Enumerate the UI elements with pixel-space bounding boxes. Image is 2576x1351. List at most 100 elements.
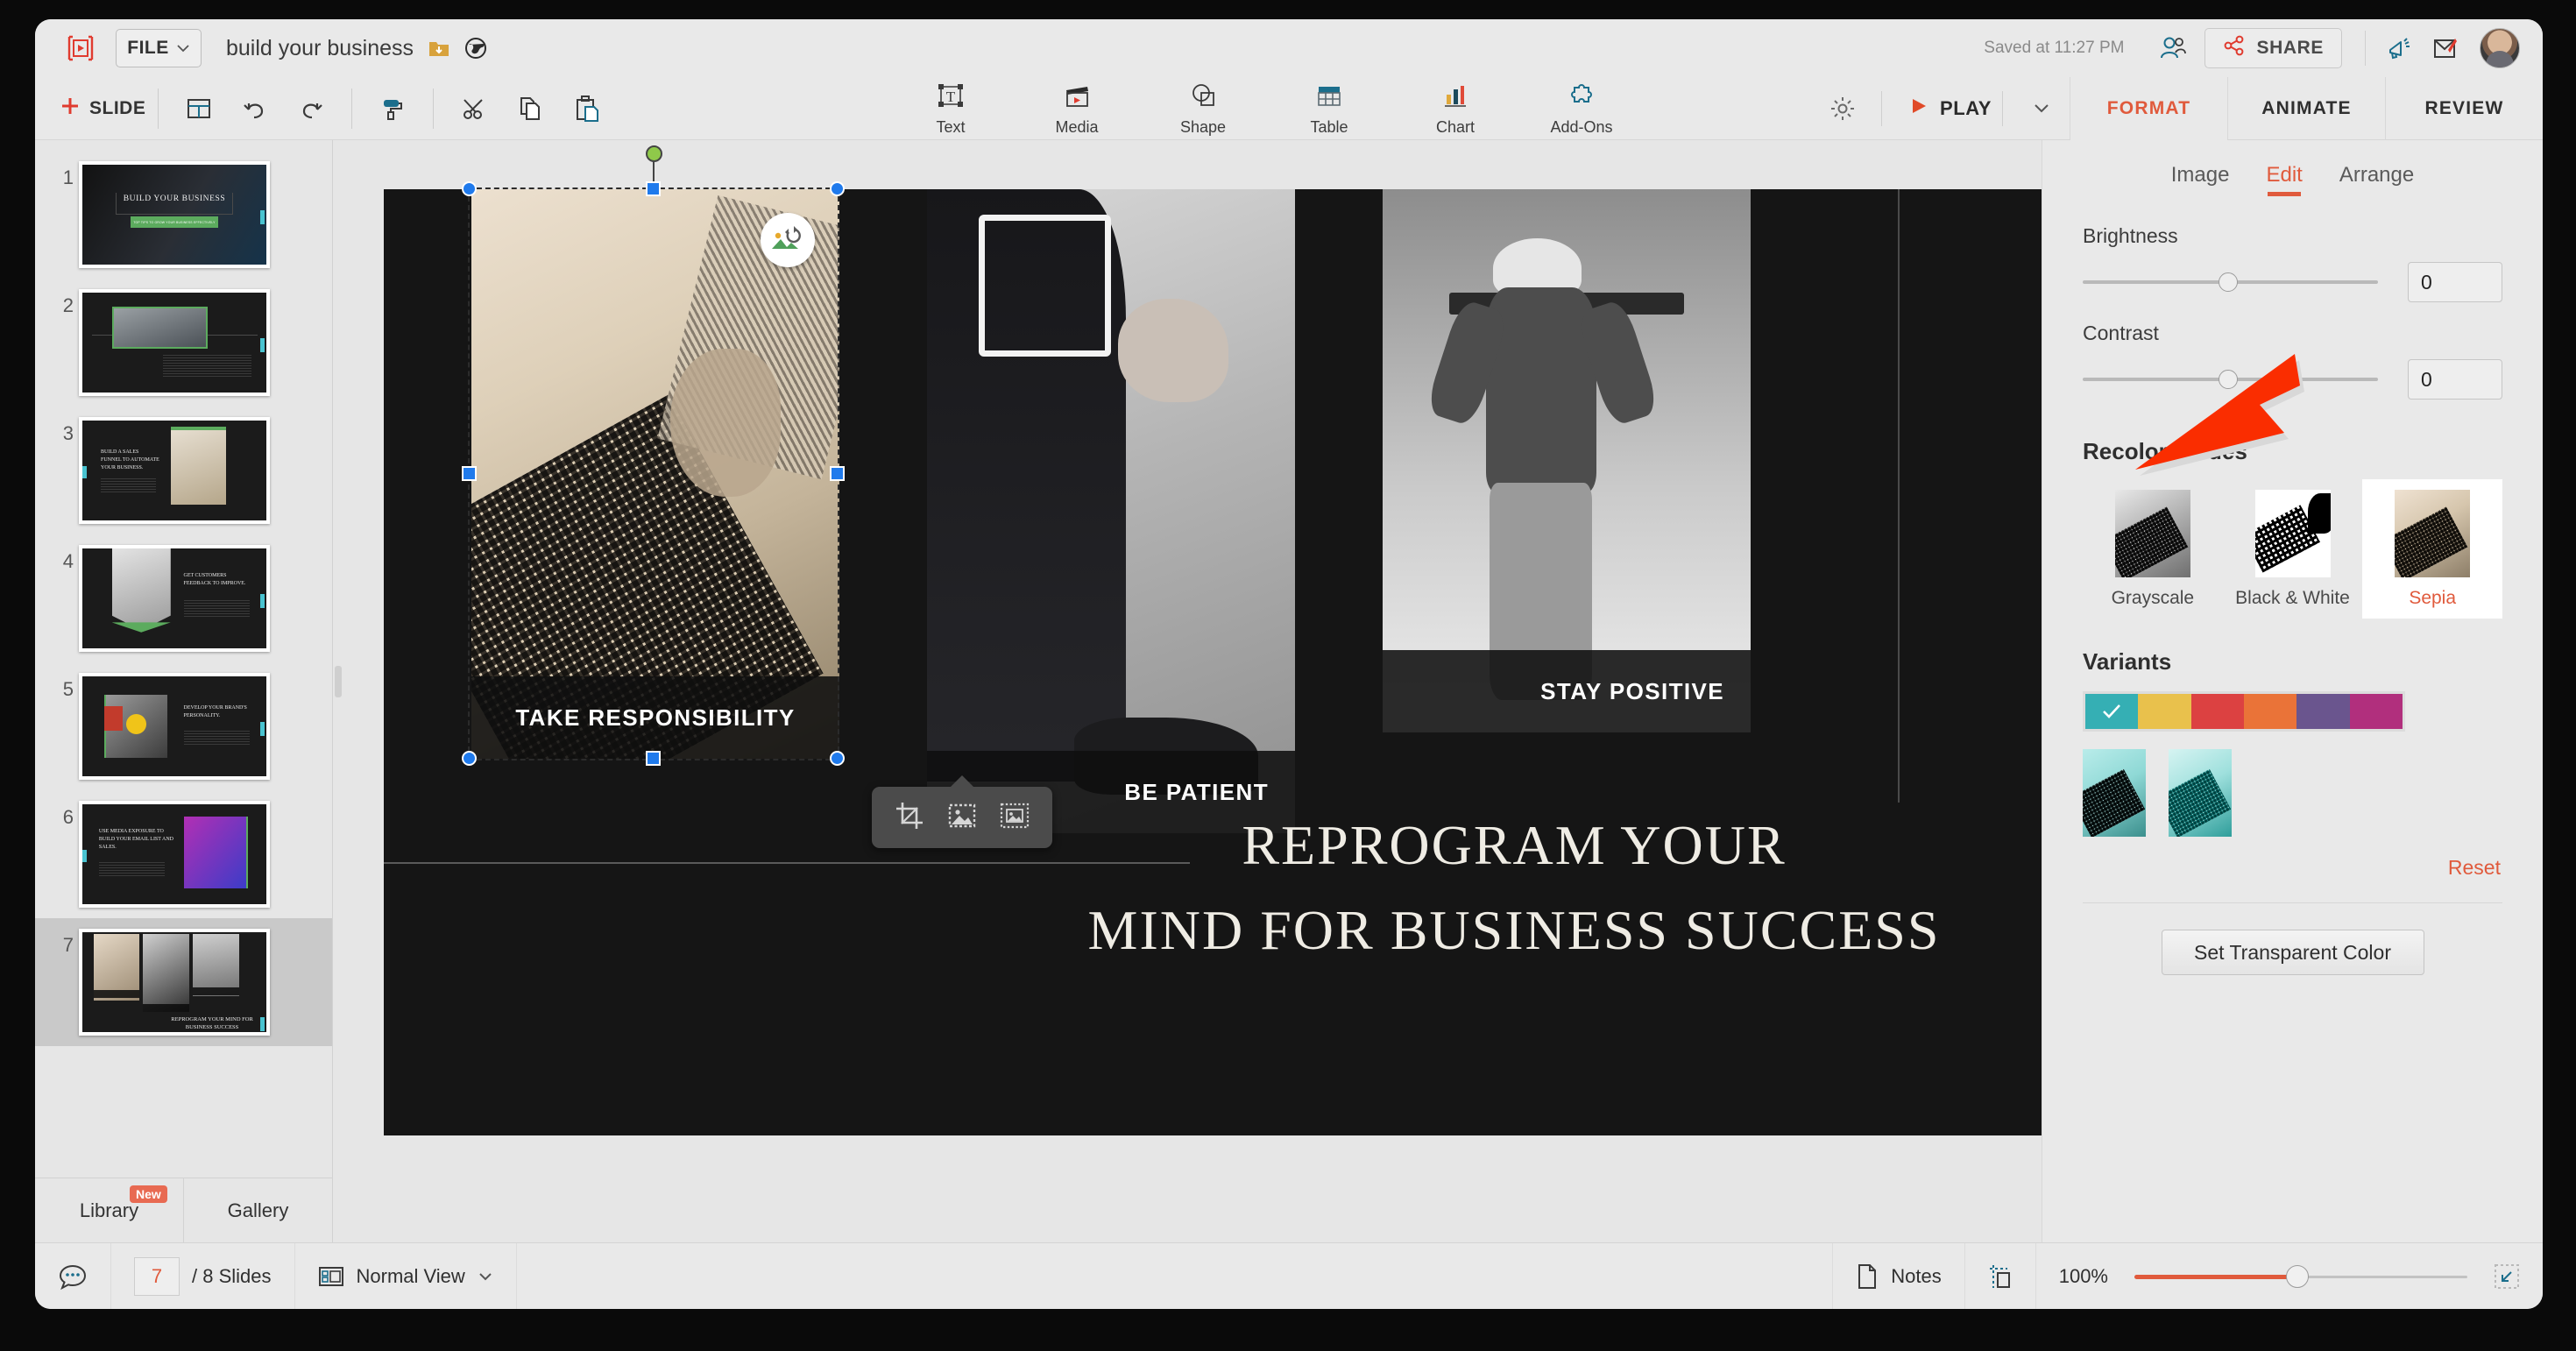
megaphone-icon[interactable] (2376, 25, 2422, 71)
crop-button[interactable] (895, 801, 924, 835)
slide-thumbnail-4[interactable]: 4 GET CUSTOMERS FEEDBACK TO IMPROVE. (35, 534, 332, 662)
selection-handle-top-left[interactable] (462, 181, 477, 196)
insert-text-button[interactable]: T Text (911, 81, 990, 137)
insert-addons-button[interactable]: Add-Ons (1542, 81, 1621, 137)
tab-edit[interactable]: Edit (2266, 163, 2303, 196)
variant-preview-1[interactable] (2083, 749, 2146, 838)
panel-resize-handle[interactable] (335, 666, 342, 697)
insert-shape-button[interactable]: Shape (1164, 81, 1242, 137)
image-businessman-seated[interactable]: BE PATIENT (927, 189, 1295, 833)
notes-button[interactable]: Notes (1832, 1242, 1965, 1309)
brightness-label: Brightness (2083, 224, 2178, 247)
slide-thumbnail-3[interactable]: 3 BUILD A SALES FUNNEL TO AUTOMATE YOUR … (35, 407, 332, 534)
variant-swatch-yellow[interactable] (2138, 694, 2191, 730)
zoom-slider[interactable] (2134, 1264, 2467, 1288)
selection-handle-top-right[interactable] (830, 181, 845, 196)
variant-swatch-red[interactable] (2190, 694, 2244, 730)
variant-swatch-magenta[interactable] (2349, 694, 2403, 730)
add-slide-button[interactable]: SLIDE (60, 95, 145, 122)
selection-handle-left[interactable] (462, 466, 477, 481)
tab-review[interactable]: REVIEW (2385, 76, 2543, 140)
image-float-toolbar[interactable] (872, 787, 1052, 848)
edit-note-icon[interactable] (2422, 25, 2467, 71)
current-slide-input[interactable]: 7 (134, 1256, 180, 1296)
slide-title[interactable]: REPROGRAM YOUR MIND FOR BUSINESS SUCCESS (997, 803, 2031, 973)
format-painter-icon[interactable] (372, 88, 414, 130)
variant-swatch-orange[interactable] (2243, 694, 2297, 730)
share-button[interactable]: SHARE (2204, 28, 2342, 68)
slide-number: 7 (62, 934, 74, 956)
brightness-value[interactable]: 0 (2408, 262, 2502, 302)
redo-icon[interactable] (290, 88, 332, 130)
play-options-chevron-down-icon[interactable] (2020, 88, 2063, 130)
contrast-value[interactable]: 0 (2408, 359, 2502, 400)
gear-icon[interactable] (1822, 88, 1864, 130)
bar-chart-icon (1440, 81, 1470, 115)
insert-table-button[interactable]: Table (1290, 81, 1369, 137)
slide-layout-icon[interactable] (178, 88, 220, 130)
collaborators-icon[interactable] (2150, 25, 2196, 71)
thumb-title: BUILD A SALES FUNNEL TO AUTOMATE YOUR BU… (101, 449, 159, 470)
view-mode-selector[interactable]: Normal View (295, 1242, 517, 1309)
brightness-slider[interactable] (2083, 271, 2378, 294)
file-menu-button[interactable]: FILE (116, 29, 202, 67)
recolor-mode-black-white[interactable]: Black & White (2223, 479, 2363, 619)
slide-thumbnail-6[interactable]: 6 USE MEDIA EXPOSURE TO BUILD YOUR EMAIL… (35, 790, 332, 918)
selection-handle-top[interactable] (646, 181, 661, 196)
paste-icon[interactable] (565, 88, 607, 130)
image-selection-box[interactable] (468, 187, 839, 760)
selection-handle-bottom-right[interactable] (830, 751, 845, 766)
rotation-handle[interactable] (646, 145, 662, 162)
selection-handle-bottom-left[interactable] (462, 751, 477, 766)
variant-swatch-strip[interactable] (2083, 691, 2405, 732)
variant-swatch-purple[interactable] (2296, 694, 2350, 730)
header-right-group: Saved at 11:27 PM SHARE (1984, 25, 2543, 71)
avatar[interactable] (2480, 28, 2520, 68)
zoom-control[interactable]: 100% (2036, 1243, 2543, 1310)
replace-image-icon[interactable] (761, 213, 815, 267)
insert-media-button[interactable]: Media (1037, 81, 1116, 137)
recolor-section: Recolor modes Grayscale Black & White Se… (2042, 400, 2543, 619)
selection-handle-right[interactable] (830, 466, 845, 481)
slide-thumbnail-5[interactable]: 5 DEVELOP YOUR BRAND'S PERSONALITY. (35, 662, 332, 790)
tab-arrange[interactable]: Arrange (2339, 163, 2414, 196)
thumb-title: USE MEDIA EXPOSURE TO BUILD YOUR EMAIL L… (98, 829, 173, 851)
document-title[interactable]: build your business (226, 36, 414, 61)
slide-thumbnail-7[interactable]: 7 REPROGRAM YOUR MIND FOR BUSINESS SUCCE… (35, 918, 332, 1046)
presentation-logo-icon[interactable] (61, 29, 100, 67)
tab-format[interactable]: FORMAT (2070, 76, 2227, 140)
set-transparent-color-button[interactable]: Set Transparent Color (2161, 930, 2424, 976)
variant-swatch-teal[interactable] (2085, 694, 2139, 730)
selection-handle-bottom[interactable] (646, 751, 661, 766)
comments-button[interactable] (35, 1242, 111, 1309)
play-button[interactable]: PLAY (1893, 95, 1992, 122)
mask-button[interactable] (947, 801, 977, 835)
recolor-mode-sepia[interactable]: Sepia (2362, 479, 2503, 619)
scissors-icon[interactable] (453, 88, 495, 130)
fit-to-screen-icon (2495, 1263, 2519, 1289)
slide-canvas-area[interactable]: TAKE RESPONSIBILITY BE PATIENT STAY POSI… (333, 140, 2042, 1242)
tab-gallery[interactable]: Gallery (183, 1178, 332, 1242)
slide-thumbnail-1[interactable]: 1 BUILD YOUR BUSINESS TOP TIPS TO GROW Y… (35, 151, 332, 279)
variant-preview-2[interactable] (2169, 749, 2232, 838)
slide-counter[interactable]: 7 / 8 Slides (111, 1242, 295, 1309)
folder-download-icon[interactable] (428, 37, 450, 60)
copy-icon[interactable] (509, 88, 551, 130)
recolor-mode-grayscale[interactable]: Grayscale (2083, 479, 2223, 619)
reset-link[interactable]: Reset (2042, 837, 2543, 880)
slide-thumbnail-2[interactable]: 2 (35, 279, 332, 407)
contrast-slider[interactable] (2083, 368, 2378, 391)
share-label: SHARE (2256, 38, 2324, 58)
image-hiker[interactable]: STAY POSITIVE (1383, 189, 1751, 732)
tab-image[interactable]: Image (2171, 163, 2230, 196)
globe-icon[interactable] (464, 37, 487, 60)
fit-button[interactable] (1000, 801, 1030, 835)
slide-number: 4 (62, 550, 74, 572)
guides-button[interactable] (1965, 1242, 2036, 1309)
toolbar-divider-5 (2002, 90, 2003, 126)
undo-icon[interactable] (234, 88, 276, 130)
tab-animate[interactable]: ANIMATE (2227, 76, 2385, 140)
insert-chart-button[interactable]: Chart (1416, 81, 1495, 137)
slides-list[interactable]: 1 BUILD YOUR BUSINESS TOP TIPS TO GROW Y… (35, 140, 332, 1178)
tab-library[interactable]: Library New (35, 1178, 183, 1242)
